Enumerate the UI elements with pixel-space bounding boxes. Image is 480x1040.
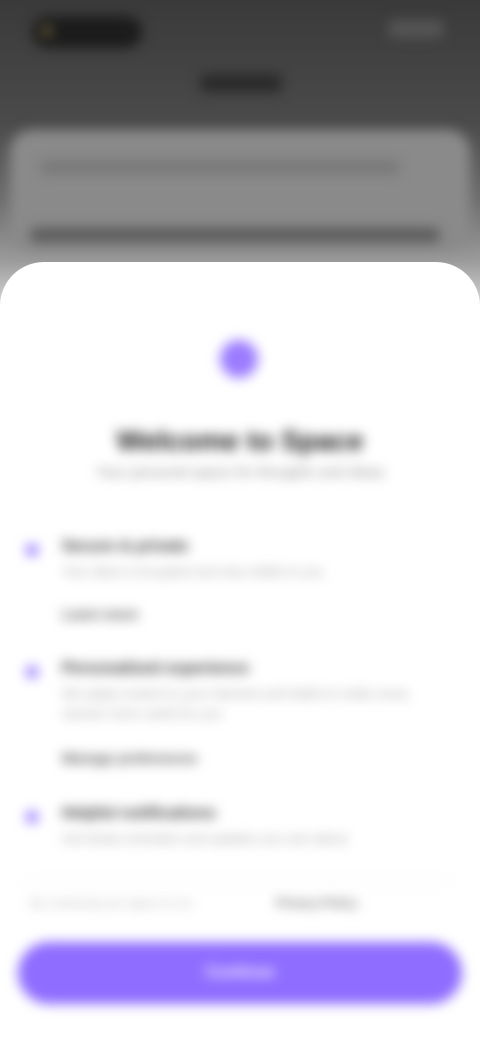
welcome-subtitle: Your personal space for thoughts and ide… [95,464,385,481]
bullet-dot-icon [26,544,38,556]
feature-title: Personalized experience [62,660,249,677]
status-bar [0,0,480,60]
feature-description: Your data is encrypted and only visible … [62,564,327,579]
feature-description: Get timely reminders and updates you car… [62,831,351,846]
background-app-title [200,74,282,92]
privacy-policy-link[interactable]: Privacy Policy [276,896,357,910]
app-screen: Welcome to Space Your personal space for… [0,0,480,1040]
camera-dot-icon [42,26,52,36]
feature-title: Secure & private [62,538,189,555]
feature-title: Helpful notifications [62,805,216,822]
continue-button[interactable]: Continue [18,942,462,1004]
sparkle-dot-icon [220,340,258,378]
feature-description: We adapt content to your interests and h… [62,686,409,721]
bullet-dot-icon [26,811,38,823]
divider [22,880,452,881]
background-card-line [40,160,400,174]
status-icons [388,20,444,38]
manage-preferences-link[interactable]: Manage preferences [62,750,197,766]
onboarding-sheet [0,262,480,1040]
background-card-line [30,228,440,242]
welcome-title: Welcome to Space [116,425,364,456]
learn-more-link[interactable]: Learn more [62,606,138,622]
bullet-dot-icon [26,666,38,678]
